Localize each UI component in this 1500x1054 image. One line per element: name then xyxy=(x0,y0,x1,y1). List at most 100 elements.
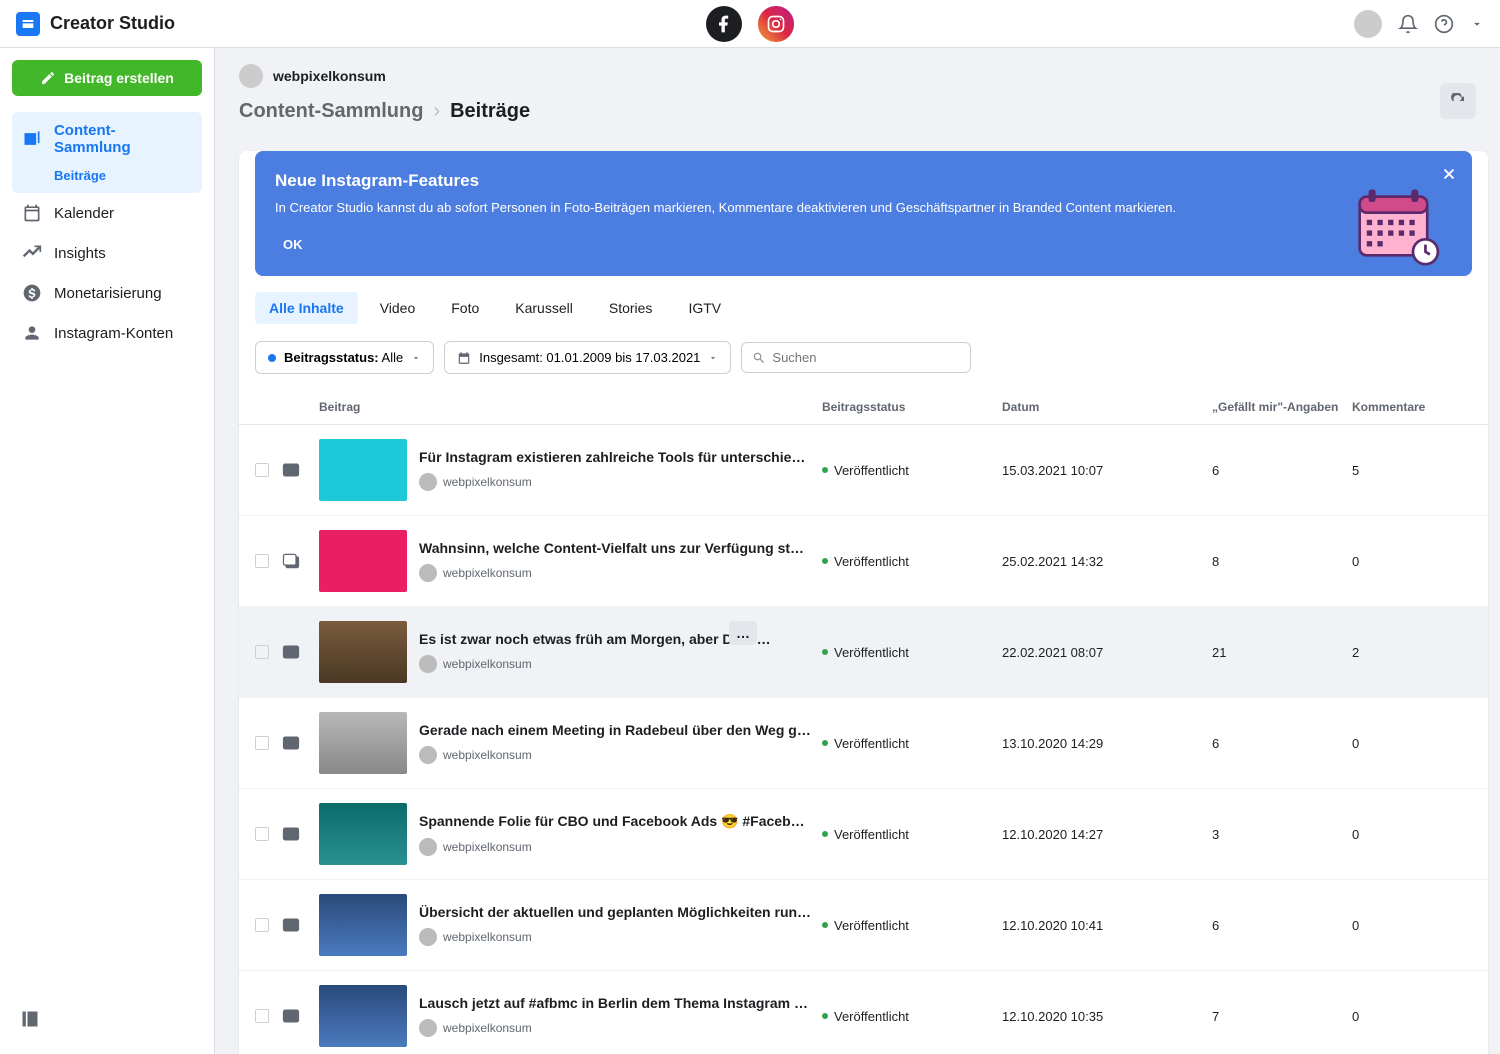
col-likes[interactable]: „Gefällt mir"-Angaben xyxy=(1212,400,1352,414)
table-row[interactable]: Wahnsinn, welche Content-Vielfalt uns zu… xyxy=(239,516,1488,607)
filter-status[interactable]: Beitragsstatus: Alle xyxy=(255,341,434,374)
post-comments: 2 xyxy=(1352,645,1472,660)
info-banner: Neue Instagram-Features In Creator Studi… xyxy=(255,151,1472,276)
post-comments: 0 xyxy=(1352,736,1472,751)
row-checkbox[interactable] xyxy=(255,918,269,932)
refresh-icon xyxy=(1450,93,1466,109)
library-icon xyxy=(22,129,42,149)
post-author: webpixelkonsum xyxy=(419,838,812,856)
monetization-icon xyxy=(22,283,42,303)
post-status: Veröffentlicht xyxy=(822,918,1002,933)
post-type-icon xyxy=(281,915,301,935)
post-thumbnail xyxy=(319,439,407,501)
sidebar-item-instagram-accounts[interactable]: Instagram-Konten xyxy=(12,313,202,353)
notifications-icon[interactable] xyxy=(1398,14,1418,34)
tab-video[interactable]: Video xyxy=(366,292,430,324)
post-date: 12.10.2020 10:41 xyxy=(1002,918,1212,933)
post-type-icon xyxy=(281,733,301,753)
table-row[interactable]: Gerade nach einem Meeting in Radebeul üb… xyxy=(239,698,1488,789)
tab-foto[interactable]: Foto xyxy=(437,292,493,324)
row-checkbox[interactable] xyxy=(255,645,269,659)
help-icon[interactable] xyxy=(1434,14,1454,34)
tab-stories[interactable]: Stories xyxy=(595,292,667,324)
row-more-button[interactable]: … xyxy=(729,621,757,645)
table-row[interactable]: Es ist zwar noch etwas früh am Morgen, a… xyxy=(239,607,1488,698)
search-box[interactable] xyxy=(741,342,971,373)
post-date: 13.10.2020 14:29 xyxy=(1002,736,1212,751)
instagram-tab[interactable] xyxy=(758,6,794,42)
accounts-icon xyxy=(22,323,42,343)
content-tabs: Alle InhalteVideoFotoKarussellStoriesIGT… xyxy=(239,292,1488,325)
facebook-tab[interactable] xyxy=(706,6,742,42)
row-checkbox[interactable] xyxy=(255,1009,269,1023)
account-avatar xyxy=(239,64,263,88)
sidebar: Beitrag erstellen Content-Sammlung Beitr… xyxy=(0,48,215,1054)
sidebar-subitem-posts[interactable]: Beiträge xyxy=(12,162,202,193)
collapse-sidebar-icon[interactable] xyxy=(20,1009,40,1029)
row-checkbox[interactable] xyxy=(255,736,269,750)
table-row[interactable]: Spannende Folie für CBO und Facebook Ads… xyxy=(239,789,1488,880)
post-likes: 7 xyxy=(1212,1009,1352,1024)
row-checkbox[interactable] xyxy=(255,463,269,477)
refresh-button[interactable] xyxy=(1440,83,1476,119)
breadcrumb-root[interactable]: Content-Sammlung xyxy=(239,100,423,123)
table-row[interactable]: Lausch jetzt auf #afbmc in Berlin dem Th… xyxy=(239,971,1488,1054)
col-status[interactable]: Beitragsstatus xyxy=(822,400,1002,414)
compose-icon xyxy=(40,70,56,86)
post-title: Für Instagram existieren zahlreiche Tool… xyxy=(419,449,812,465)
tab-igtv[interactable]: IGTV xyxy=(674,292,735,324)
account-selector[interactable]: webpixelkonsum xyxy=(239,64,1476,88)
post-comments: 0 xyxy=(1352,918,1472,933)
sidebar-item-calendar[interactable]: Kalender xyxy=(12,193,202,233)
breadcrumb-leaf: Beiträge xyxy=(450,100,530,123)
sidebar-item-insights[interactable]: Insights xyxy=(12,233,202,273)
tab-alle-inhalte[interactable]: Alle Inhalte xyxy=(255,292,358,324)
sidebar-item-monetization[interactable]: Monetarisierung xyxy=(12,273,202,313)
post-title: Wahnsinn, welche Content-Vielfalt uns zu… xyxy=(419,540,812,556)
banner-close-button[interactable] xyxy=(1440,165,1458,183)
user-avatar[interactable] xyxy=(1354,10,1382,38)
filter-status-label: Beitragsstatus: xyxy=(284,350,379,365)
post-comments: 0 xyxy=(1352,554,1472,569)
post-likes: 6 xyxy=(1212,736,1352,751)
post-date: 12.10.2020 14:27 xyxy=(1002,827,1212,842)
post-status: Veröffentlicht xyxy=(822,736,1002,751)
post-likes: 6 xyxy=(1212,463,1352,478)
post-author: webpixelkonsum xyxy=(419,746,812,764)
banner-ok-button[interactable]: OK xyxy=(275,233,1332,256)
post-likes: 21 xyxy=(1212,645,1352,660)
status-dot-icon xyxy=(268,354,276,362)
post-author: webpixelkonsum xyxy=(419,473,812,491)
row-checkbox[interactable] xyxy=(255,827,269,841)
create-post-button[interactable]: Beitrag erstellen xyxy=(12,60,202,96)
account-name: webpixelkonsum xyxy=(273,68,386,84)
post-date: 22.02.2021 08:07 xyxy=(1002,645,1212,660)
post-likes: 3 xyxy=(1212,827,1352,842)
filter-date-range[interactable]: Insgesamt: 01.01.2009 bis 17.03.2021 xyxy=(444,341,731,374)
account-menu-caret-icon[interactable] xyxy=(1470,17,1484,31)
insights-icon xyxy=(22,243,42,263)
app-logo xyxy=(16,12,40,36)
tab-karussell[interactable]: Karussell xyxy=(501,292,587,324)
col-date[interactable]: Datum xyxy=(1002,400,1212,414)
post-author: webpixelkonsum xyxy=(419,1019,812,1037)
col-post: Beitrag xyxy=(319,400,822,414)
table-row[interactable]: Übersicht der aktuellen und geplanten Mö… xyxy=(239,880,1488,971)
post-title: Lausch jetzt auf #afbmc in Berlin dem Th… xyxy=(419,995,812,1011)
table-row[interactable]: Für Instagram existieren zahlreiche Tool… xyxy=(239,425,1488,516)
content-area: webpixelkonsum Content-Sammlung › Beiträ… xyxy=(215,48,1500,1054)
col-comments[interactable]: Kommentare xyxy=(1352,400,1472,414)
post-thumbnail xyxy=(319,621,407,683)
create-post-label: Beitrag erstellen xyxy=(64,70,174,86)
post-likes: 8 xyxy=(1212,554,1352,569)
topbar: Creator Studio xyxy=(0,0,1500,48)
post-status: Veröffentlicht xyxy=(822,645,1002,660)
post-author: webpixelkonsum xyxy=(419,928,812,946)
sidebar-item-content-library[interactable]: Content-Sammlung xyxy=(12,112,202,166)
post-comments: 0 xyxy=(1352,827,1472,842)
banner-text: In Creator Studio kannst du ab sofort Pe… xyxy=(275,199,1332,217)
search-input[interactable] xyxy=(772,350,960,365)
row-checkbox[interactable] xyxy=(255,554,269,568)
post-type-icon xyxy=(281,1006,301,1026)
post-date: 25.02.2021 14:32 xyxy=(1002,554,1212,569)
